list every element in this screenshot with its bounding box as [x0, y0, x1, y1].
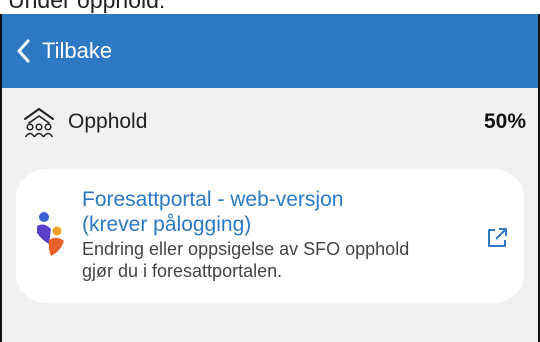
back-button[interactable]: Tilbake	[2, 14, 132, 88]
portal-title-line-2: (krever pålogging)	[82, 213, 252, 236]
portal-title-line-1: Foresattportal - web-versjon	[82, 188, 344, 211]
opphold-label: Opphold	[68, 110, 148, 133]
portal-text: Foresattportal - web-versjon (krever pål…	[82, 187, 458, 282]
app-screen: Tilbake Opphold 50% Foresattportal - web…	[0, 14, 540, 342]
opphold-row: Opphold 50%	[2, 88, 538, 156]
portal-title[interactable]: Foresattportal - web-versjon (krever pål…	[82, 187, 458, 237]
house-people-icon	[22, 106, 56, 138]
navigation-bar: Tilbake	[2, 14, 538, 88]
portal-description-line-1: Endring eller oppsigelse av SFO opphold	[82, 239, 410, 259]
opphold-percentage: 50%	[483, 110, 526, 133]
foresattportal-card[interactable]: Foresattportal - web-versjon (krever pål…	[16, 169, 524, 303]
family-logo-icon	[34, 211, 68, 263]
external-link-icon[interactable]	[486, 227, 508, 249]
portal-description: Endring eller oppsigelse av SFO opphold …	[82, 238, 458, 282]
chevron-left-icon	[16, 39, 30, 63]
portal-description-line-2: gjør du i foresattportalen.	[82, 261, 283, 281]
screen-caption: Under opphold:	[8, 0, 166, 13]
back-label: Tilbake	[42, 38, 113, 63]
